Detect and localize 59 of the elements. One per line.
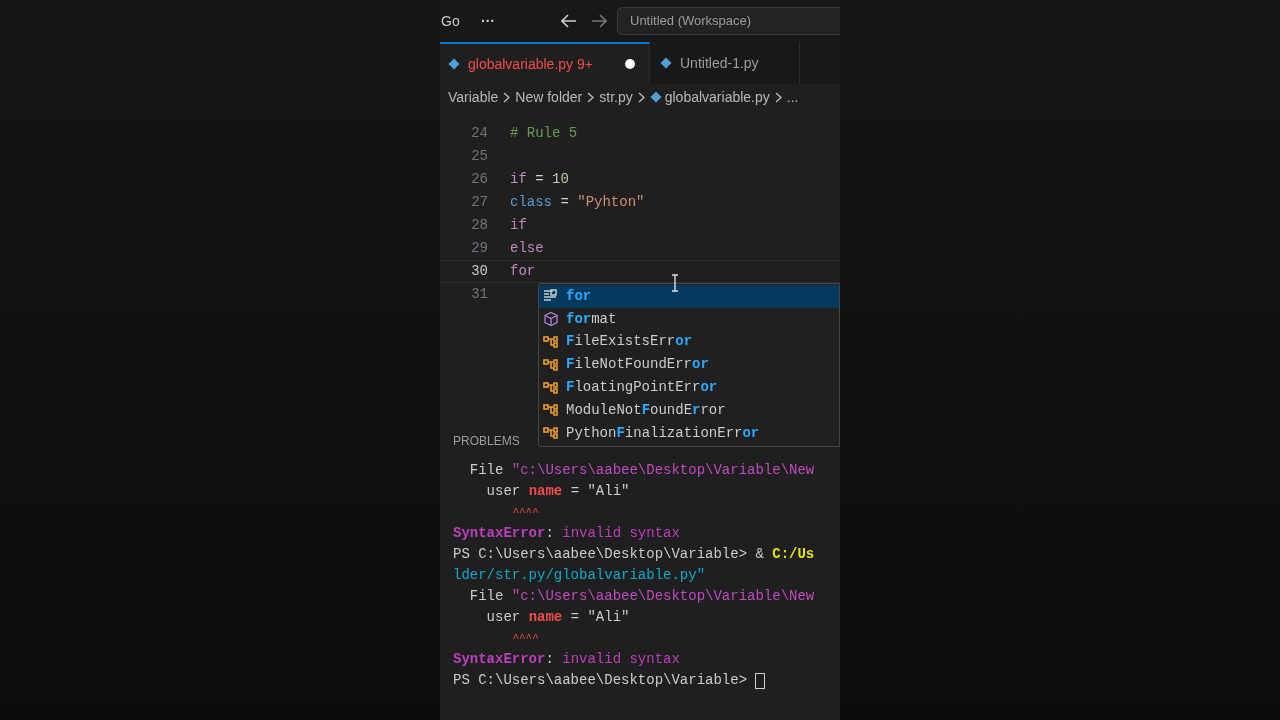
code-line: for	[510, 262, 536, 281]
text-cursor-icon	[671, 274, 679, 292]
chevron-icon	[637, 91, 645, 103]
terminal-line: user name = "Ali"	[485, 608, 630, 627]
python-file-icon	[660, 57, 672, 69]
suggestion-item[interactable]: for	[539, 285, 839, 308]
terminal-line: PS C:\Users\aabee\Desktop\Variable>	[453, 671, 749, 690]
back-arrow-icon[interactable]	[561, 14, 577, 28]
line-number: 29	[470, 239, 488, 258]
suggestion-item[interactable]: FloatingPointError	[539, 376, 839, 399]
panel-tab[interactable]: PROBLEMS	[453, 432, 520, 450]
suggestion-item[interactable]: FileNotFoundError	[539, 353, 839, 377]
chevron-icon	[587, 91, 595, 103]
line-number: 31	[470, 285, 488, 304]
class-icon	[543, 335, 559, 349]
line-number: 24	[470, 124, 488, 143]
line-number: 25	[470, 147, 488, 166]
class-icon	[543, 380, 559, 395]
cube-icon	[543, 311, 559, 328]
terminal-line: PS C:\Users\aabee\Desktop\Variable> & C:/Us	[453, 545, 815, 564]
line-number: 27	[470, 193, 488, 212]
search-field[interactable]: Untitled (Workspace)	[617, 7, 840, 35]
python-file-icon	[649, 91, 662, 103]
breadcrumb-item[interactable]: Variable	[448, 86, 499, 108]
terminal-line: lder/str.py/globalvariable.py"	[453, 566, 706, 585]
terminal-line: File "c:\Users\aabee\Desktop\Variable\New	[468, 587, 815, 606]
terminal-line: user name = "Ali"	[485, 482, 630, 501]
code-line: class = "Pyhton"	[510, 193, 645, 212]
menu-item[interactable]: Go	[441, 10, 481, 32]
chevron-icon	[774, 91, 782, 103]
line-number: 26	[470, 170, 488, 189]
suggestion-item[interactable]: PythonFinalizationError	[539, 421, 839, 445]
breadcrumb-item[interactable]: str.py	[599, 86, 633, 108]
code-line: # Rule 5	[510, 124, 578, 143]
line-number: 30	[470, 262, 488, 281]
editor-tab[interactable]: globalvariable.py 9+	[440, 42, 650, 84]
python-file-icon	[448, 58, 460, 70]
more-menu[interactable]: ···	[481, 10, 561, 32]
code-line: else	[510, 239, 544, 258]
suggestion-item[interactable]: format	[539, 307, 839, 331]
class-icon	[543, 426, 559, 441]
chevron-icon	[503, 91, 511, 103]
terminal-line: SyntaxError: invalid syntax	[453, 650, 680, 669]
class-icon	[543, 357, 559, 372]
terminal-line: ^^^^	[511, 505, 539, 520]
class-icon	[543, 403, 559, 418]
keyword-icon	[543, 289, 559, 304]
breadcrumb-item[interactable]: globalvariable.py	[664, 86, 770, 108]
terminal-line: ^^^^	[511, 631, 539, 646]
code-line: if = 10	[510, 170, 569, 189]
line-number: 28	[470, 216, 488, 235]
terminal-line: File "c:\Users\aabee\Desktop\Variable\New	[468, 461, 815, 480]
suggestion-item[interactable]: FileExistsError	[539, 330, 839, 354]
forward-arrow-icon[interactable]	[591, 14, 607, 28]
terminal-line: SyntaxError: invalid syntax	[453, 524, 680, 543]
suggestion-item[interactable]: ModuleNot FoundError	[539, 399, 839, 422]
code-line: if	[510, 216, 527, 235]
breadcrumb-item[interactable]: ...	[786, 86, 799, 108]
breadcrumb-item[interactable]: New folder	[515, 86, 583, 108]
